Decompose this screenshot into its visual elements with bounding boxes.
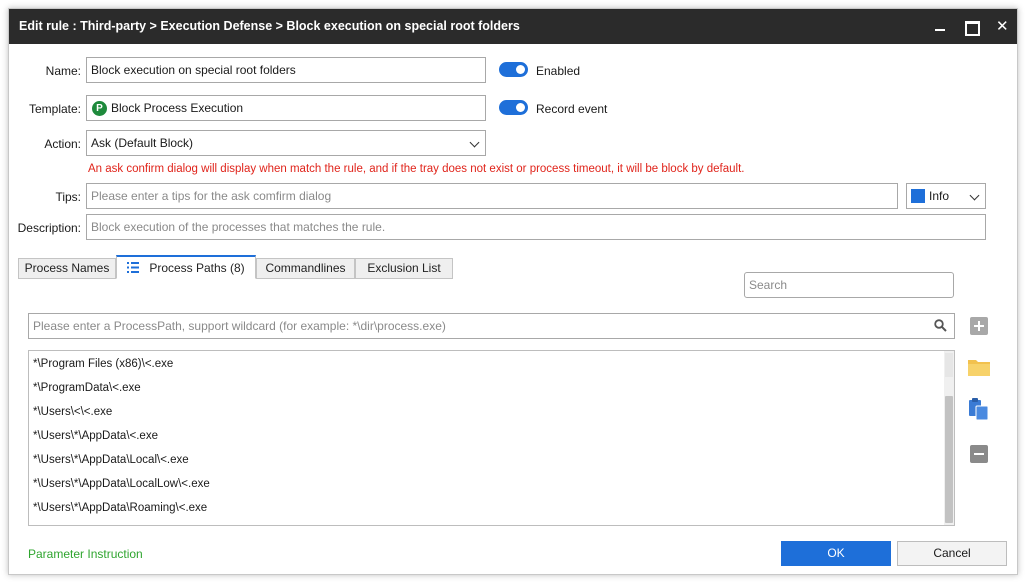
- template-field[interactable]: P Block Process Execution: [86, 95, 486, 121]
- list-item[interactable]: *\Users\<\<.exe: [33, 406, 112, 418]
- list-item[interactable]: *\Program Files (x86)\<.exe: [33, 358, 173, 370]
- list-item[interactable]: *\Users\*\AppData\LocalLow\<.exe: [33, 478, 210, 490]
- tips-level-select[interactable]: Info: [906, 183, 986, 209]
- action-label: Action:: [44, 137, 81, 151]
- minimize-button[interactable]: [924, 9, 956, 44]
- name-input[interactable]: Block execution on special root folders: [86, 57, 486, 83]
- process-path-placeholder: Please enter a ProcessPath, support wild…: [33, 319, 446, 333]
- tab-process-names[interactable]: Process Names: [18, 258, 116, 279]
- process-path-list[interactable]: *\Program Files (x86)\<.exe *\ProgramDat…: [28, 350, 955, 526]
- record-event-toggle[interactable]: [499, 100, 528, 115]
- name-label: Name:: [45, 64, 81, 78]
- record-event-label: Record event: [536, 102, 608, 116]
- tab-process-paths[interactable]: Process Paths (8): [116, 255, 256, 279]
- tips-label: Tips:: [55, 190, 81, 204]
- folder-icon[interactable]: [967, 357, 991, 377]
- tab-exclusion-list[interactable]: Exclusion List: [355, 258, 453, 279]
- scrollbar[interactable]: [944, 351, 954, 525]
- chevron-down-icon: [469, 137, 480, 148]
- paste-icon[interactable]: [968, 397, 990, 421]
- info-color-swatch: [911, 188, 925, 203]
- template-label: Template:: [28, 102, 81, 116]
- close-button[interactable]: ✕: [985, 9, 1017, 44]
- tab-process-paths-label: Process Paths (8): [149, 261, 245, 275]
- tips-level-value: Info: [929, 189, 950, 203]
- list-item[interactable]: *\Users\*\AppData\Local\<.exe: [33, 454, 189, 466]
- edit-rule-dialog: Edit rule : Third-party > Execution Defe…: [8, 8, 1018, 575]
- list-icon: [127, 262, 140, 274]
- parameter-instruction-link[interactable]: Parameter Instruction: [28, 547, 143, 561]
- remove-icon[interactable]: [970, 445, 988, 463]
- enabled-label: Enabled: [536, 64, 581, 78]
- description-input[interactable]: Block execution of the processes that ma…: [86, 214, 986, 240]
- action-value: Ask (Default Block): [91, 136, 194, 150]
- description-label: Description:: [17, 221, 81, 235]
- action-select[interactable]: Ask (Default Block): [86, 130, 486, 156]
- process-template-icon: P: [92, 101, 107, 117]
- search-icon[interactable]: [934, 319, 947, 332]
- process-path-input[interactable]: Please enter a ProcessPath, support wild…: [28, 313, 955, 339]
- chevron-down-icon: [969, 190, 980, 201]
- list-item[interactable]: *\Users\*\AppData\<.exe: [33, 430, 158, 442]
- template-value: Block Process Execution: [111, 101, 244, 115]
- list-item[interactable]: *\Users\*\AppData\Roaming\<.exe: [33, 502, 207, 514]
- maximize-button[interactable]: [955, 9, 987, 44]
- ok-button[interactable]: OK: [781, 541, 891, 566]
- title-bar[interactable]: Edit rule : Third-party > Execution Defe…: [9, 9, 1017, 44]
- scrollbar-top-segment: [945, 353, 953, 377]
- window-title: Edit rule : Third-party > Execution Defe…: [19, 19, 520, 33]
- search-input[interactable]: Search: [744, 272, 954, 298]
- list-item[interactable]: *\ProgramData\<.exe: [33, 382, 141, 394]
- add-icon[interactable]: [970, 317, 988, 335]
- action-warning: An ask confirm dialog will display when …: [88, 163, 745, 175]
- cancel-button[interactable]: Cancel: [897, 541, 1007, 566]
- enabled-toggle[interactable]: [499, 62, 528, 77]
- scrollbar-thumb[interactable]: [945, 396, 953, 523]
- tips-input[interactable]: Please enter a tips for the ask comfirm …: [86, 183, 898, 209]
- close-icon: ✕: [996, 18, 1009, 35]
- tab-commandlines[interactable]: Commandlines: [256, 258, 355, 279]
